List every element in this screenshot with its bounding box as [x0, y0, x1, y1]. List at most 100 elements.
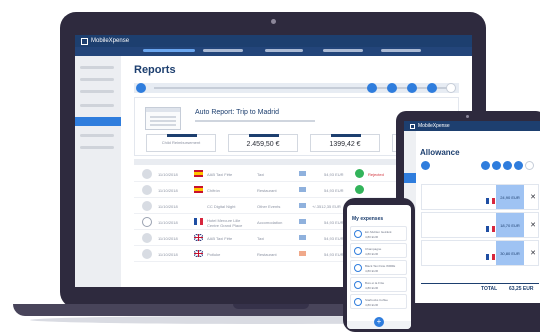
- row-amount: 54,93 EUR: [324, 172, 344, 177]
- row-name: Potluke: [207, 252, 221, 257]
- avatar: [142, 185, 152, 195]
- expense-item[interactable]: Starbucks Coffee 4,80 EUR: [350, 294, 407, 309]
- allowance-row[interactable]: 30,80 EUR ✕: [421, 240, 539, 266]
- step-dot[interactable]: [525, 161, 534, 170]
- card-icon: [299, 235, 306, 240]
- row-amount: 54,93 EUR: [324, 252, 344, 257]
- row-category: Taxi: [257, 236, 265, 241]
- spain-flag-icon: [194, 170, 203, 177]
- document-icon: [145, 107, 181, 130]
- row-date: 11/10/2018: [158, 236, 178, 241]
- tablet-screen: MobileXpense Allowance 24,90 EUR ✕ 18,70…: [404, 121, 540, 303]
- step-dot[interactable]: [407, 83, 417, 93]
- tab-5[interactable]: [381, 49, 421, 52]
- card-icon: [299, 203, 306, 208]
- stat-value: 1399,42 €: [329, 141, 361, 148]
- app-header: MobileXpense: [75, 35, 472, 47]
- stat-box: 2.459,50 €: [228, 134, 298, 152]
- tablet-app-header: MobileXpense: [404, 121, 540, 131]
- row-date: 11/10/2018: [158, 220, 178, 225]
- step-dot[interactable]: [387, 83, 397, 93]
- receipt-icon: [354, 230, 362, 238]
- row-amount: 54,93 EUR: [324, 220, 344, 225]
- sidebar: [75, 56, 121, 287]
- tab-reports[interactable]: [143, 49, 195, 52]
- step-dot[interactable]: [446, 83, 456, 93]
- row-name: AAB Taxi Fête: [207, 236, 233, 241]
- sidebar-item[interactable]: [80, 66, 114, 69]
- allowance-amount: 24,90 EUR: [496, 185, 524, 209]
- france-flag-icon: [486, 226, 495, 232]
- stat-box: Child Reimbursement: [146, 134, 216, 152]
- check-icon: [355, 169, 364, 178]
- row-status: Rejected: [368, 172, 384, 177]
- expense-item[interactable]: Ein Muhlen Getränk 4,80 EUR: [350, 226, 407, 241]
- france-flag-icon: [194, 218, 203, 225]
- device-mockup: MobileXpense Reports Auto Report: Trip t…: [0, 0, 540, 332]
- france-flag-icon: [486, 254, 495, 260]
- france-flag-icon: [486, 198, 495, 204]
- allowance-amount: 18,70 EUR: [496, 213, 524, 237]
- card-icon: [299, 219, 306, 224]
- tab-4[interactable]: [323, 49, 363, 52]
- sidebar-item[interactable]: [80, 104, 114, 107]
- sidebar-item[interactable]: [80, 134, 114, 137]
- allowance-row[interactable]: 24,90 EUR ✕: [421, 184, 539, 210]
- step-dot[interactable]: [514, 161, 523, 170]
- receipt-icon: [354, 298, 362, 306]
- row-category: Restaurant: [257, 188, 277, 193]
- report-stepper: [134, 83, 459, 93]
- avatar: [142, 201, 152, 211]
- add-expense-button[interactable]: +: [374, 317, 384, 327]
- report-subtitle: [195, 120, 315, 122]
- tab-3[interactable]: [265, 49, 303, 52]
- expense-item[interactable]: Black Taxi Fête WRRE 4,80 EUR: [350, 260, 407, 275]
- total-label: TOTAL: [481, 286, 498, 292]
- expense-item[interactable]: Bois et la Frite 4,80 EUR: [350, 277, 407, 292]
- card-icon: [299, 251, 306, 256]
- step-dot[interactable]: [492, 161, 501, 170]
- app-logo-icon: [410, 123, 415, 129]
- card-icon: [299, 171, 306, 176]
- app-name: MobileXpense: [91, 38, 130, 44]
- tab-2[interactable]: [203, 49, 243, 52]
- uk-flag-icon: [194, 234, 203, 241]
- tablet-camera: [466, 115, 469, 118]
- sidebar-item[interactable]: [80, 146, 114, 149]
- step-dot[interactable]: [481, 161, 490, 170]
- stat-label: Child Reimbursement: [161, 140, 201, 145]
- step-dot[interactable]: [367, 83, 377, 93]
- stat-value: 2.459,50 €: [246, 141, 280, 148]
- step-dot[interactable]: [136, 83, 146, 93]
- spain-flag-icon: [194, 186, 203, 193]
- remove-icon[interactable]: ✕: [530, 221, 536, 229]
- report-title: Auto Report: Trip to Madrid: [195, 109, 280, 116]
- step-dot[interactable]: [503, 161, 512, 170]
- row-amount: 54,93 EUR: [324, 236, 344, 241]
- remove-icon[interactable]: ✕: [530, 249, 536, 257]
- tablet-sidebar-active-item[interactable]: [404, 173, 416, 183]
- phone-screen: My expenses Ein Muhlen Getränk 4,80 EUR …: [347, 205, 411, 329]
- card-icon: [299, 187, 306, 192]
- stat-box: 1399,42 €: [310, 134, 380, 152]
- allowance-row[interactable]: 18,70 EUR ✕: [421, 212, 539, 238]
- tablet-app-name: MobileXpense: [418, 123, 450, 129]
- page-title: Reports: [134, 64, 176, 76]
- sidebar-item[interactable]: [80, 90, 114, 93]
- expense-item[interactable]: Champagne 4,80 EUR: [350, 243, 407, 258]
- allowance-total: TOTAL 63,25 EUR: [421, 283, 539, 292]
- step-dot[interactable]: [421, 161, 430, 170]
- sidebar-item[interactable]: [80, 78, 114, 81]
- receipt-icon: [354, 281, 362, 289]
- top-nav: [75, 47, 472, 56]
- remove-icon[interactable]: ✕: [530, 193, 536, 201]
- total-value: 63,25 EUR: [509, 286, 534, 292]
- row-date: 11/10/2018: [158, 188, 178, 193]
- step-dot[interactable]: [427, 83, 437, 93]
- row-category: Accomodation: [257, 220, 283, 225]
- row-date: 11/10/2018: [158, 204, 178, 209]
- row-category: Restaurant: [257, 252, 277, 257]
- row-date: 11/10/2018: [158, 172, 178, 177]
- sidebar-item-reports[interactable]: [75, 117, 121, 126]
- row-date: 11/10/2018: [158, 252, 178, 257]
